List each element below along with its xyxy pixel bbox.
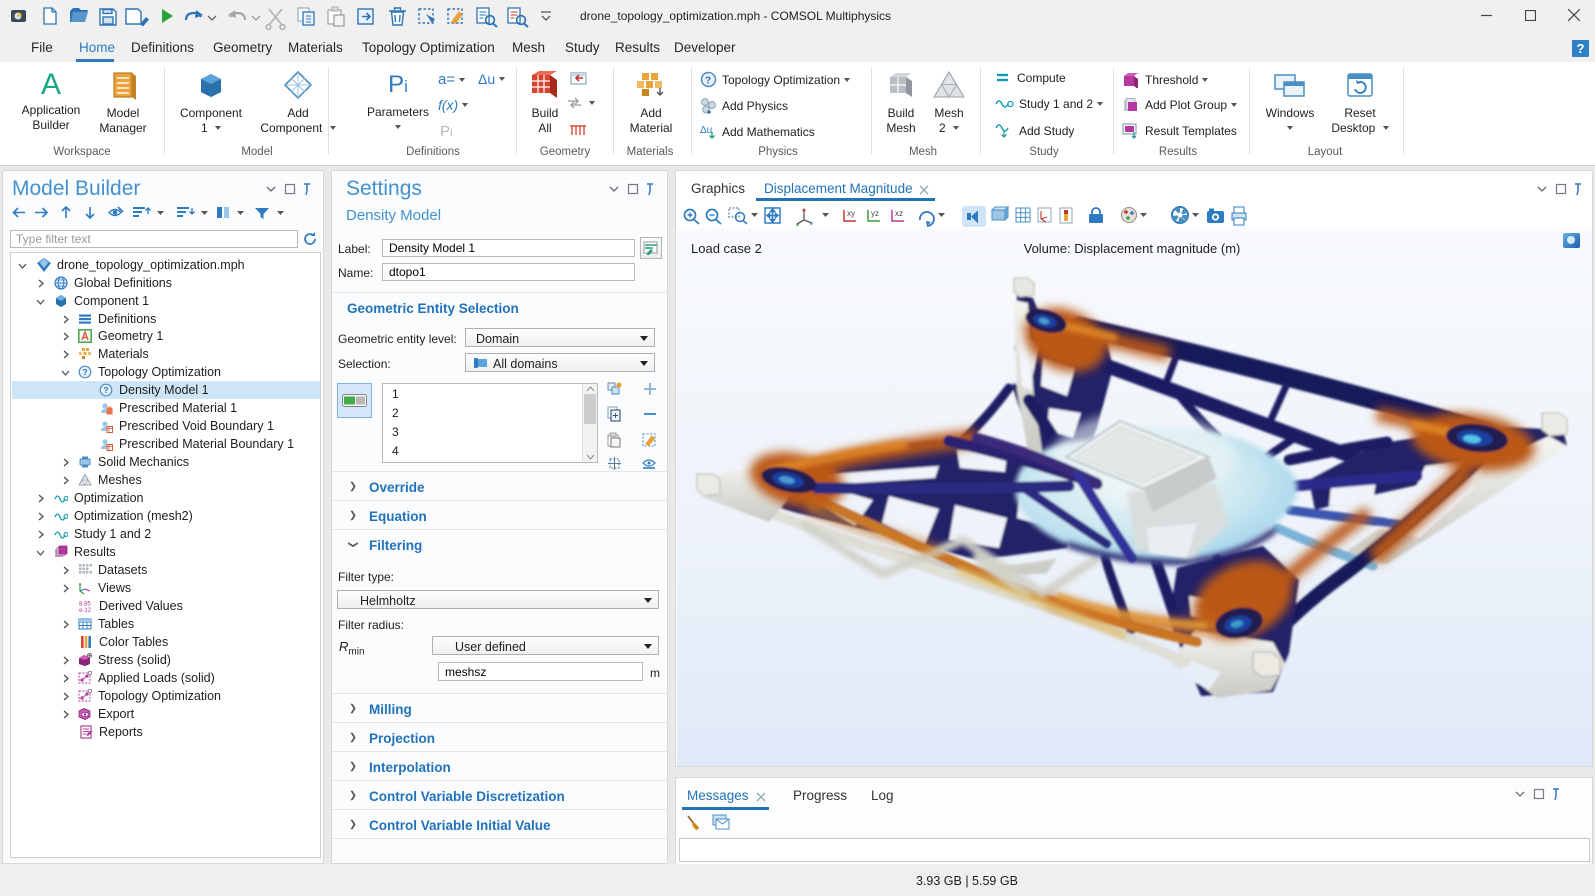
svg-text:Δu: Δu xyxy=(700,125,712,136)
svg-text:yz: yz xyxy=(871,209,879,218)
svg-text:xy: xy xyxy=(847,209,855,218)
svg-text:xz: xz xyxy=(895,209,903,218)
svg-text:?: ? xyxy=(705,76,711,87)
